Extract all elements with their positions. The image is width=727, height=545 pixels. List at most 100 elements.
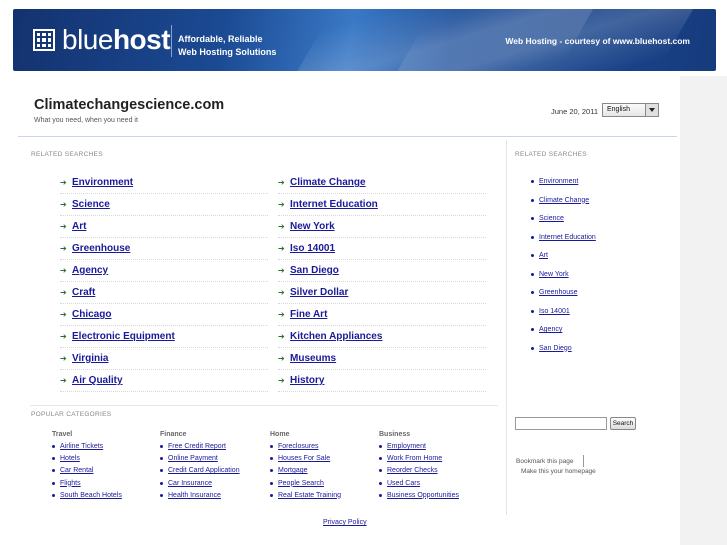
category-item[interactable]: People Search	[270, 480, 324, 487]
related-search-item[interactable]: ➔ Internet Education	[278, 194, 486, 216]
category-link[interactable]: Houses For Sale	[278, 455, 330, 462]
related-search-link[interactable]: Fine Art	[290, 309, 327, 320]
category-link[interactable]: Business Opportunities	[387, 492, 459, 499]
sidebar-link[interactable]: Environment	[539, 178, 578, 185]
sidebar-link[interactable]: San Diego	[539, 345, 572, 352]
bookmark-link[interactable]: Bookmark this page	[516, 458, 573, 465]
category-item[interactable]: Airline Tickets	[52, 443, 103, 450]
related-search-link[interactable]: New York	[290, 221, 335, 232]
category-item[interactable]: Car Rental	[52, 467, 93, 474]
related-search-item[interactable]: ➔ Museums	[278, 348, 486, 370]
category-link[interactable]: South Beach Hotels	[60, 492, 122, 499]
category-item[interactable]: Houses For Sale	[270, 455, 330, 462]
category-item[interactable]: Reorder Checks	[379, 467, 438, 474]
category-link[interactable]: People Search	[278, 480, 324, 487]
related-search-link[interactable]: Museums	[290, 353, 336, 364]
category-item[interactable]: Hotels	[52, 455, 80, 462]
related-search-item[interactable]: ➔ Kitchen Appliances	[278, 326, 486, 348]
category-link[interactable]: Free Credit Report	[168, 443, 226, 450]
category-link[interactable]: Foreclosures	[278, 443, 318, 450]
related-search-item[interactable]: ➔ Environment	[60, 172, 268, 194]
chevron-down-icon[interactable]	[645, 104, 658, 116]
related-search-link[interactable]: San Diego	[290, 265, 339, 276]
sidebar-link[interactable]: Art	[539, 252, 548, 259]
related-search-item[interactable]: ➔ Fine Art	[278, 304, 486, 326]
sidebar-item[interactable]: New York	[531, 271, 569, 278]
sidebar-link[interactable]: Climate Change	[539, 197, 589, 204]
related-search-link[interactable]: Electronic Equipment	[72, 331, 175, 342]
sidebar-item[interactable]: Climate Change	[531, 197, 589, 204]
related-search-item[interactable]: ➔ History	[278, 370, 486, 392]
related-search-link[interactable]: Climate Change	[290, 177, 366, 188]
sidebar-item[interactable]: Agency	[531, 326, 562, 333]
category-item[interactable]: Credit Card Application	[160, 467, 240, 474]
category-link[interactable]: Real Estate Training	[278, 492, 341, 499]
category-item[interactable]: Free Credit Report	[160, 443, 226, 450]
related-search-item[interactable]: ➔ Air Quality	[60, 370, 268, 392]
related-search-link[interactable]: Internet Education	[290, 199, 378, 210]
sidebar-item[interactable]: San Diego	[531, 345, 572, 352]
sidebar-link[interactable]: New York	[539, 271, 569, 278]
related-search-item[interactable]: ➔ Iso 14001	[278, 238, 486, 260]
sidebar-link[interactable]: Science	[539, 215, 564, 222]
category-item[interactable]: Business Opportunities	[379, 492, 459, 499]
related-search-link[interactable]: Environment	[72, 177, 133, 188]
related-search-link[interactable]: History	[290, 375, 324, 386]
category-link[interactable]: Flights	[60, 480, 81, 487]
related-search-item[interactable]: ➔ San Diego	[278, 260, 486, 282]
related-search-link[interactable]: Craft	[72, 287, 95, 298]
sidebar-item[interactable]: Iso 14001	[531, 308, 570, 315]
bluehost-logo[interactable]: bluehost	[62, 24, 171, 56]
sidebar-item[interactable]: Art	[531, 252, 548, 259]
related-search-item[interactable]: ➔ Electronic Equipment	[60, 326, 268, 348]
related-search-item[interactable]: ➔ New York	[278, 216, 486, 238]
related-search-item[interactable]: ➔ Agency	[60, 260, 268, 282]
homepage-link[interactable]: Make this your homepage	[521, 468, 596, 475]
category-item[interactable]: Real Estate Training	[270, 492, 341, 499]
category-link[interactable]: Car Rental	[60, 467, 93, 474]
related-search-link[interactable]: Agency	[72, 265, 108, 276]
related-search-item[interactable]: ➔ Greenhouse	[60, 238, 268, 260]
sidebar-link[interactable]: Greenhouse	[539, 289, 578, 296]
category-item[interactable]: Online Payment	[160, 455, 218, 462]
related-search-item[interactable]: ➔ Climate Change	[278, 172, 486, 194]
sidebar-item[interactable]: Greenhouse	[531, 289, 578, 296]
related-search-link[interactable]: Greenhouse	[72, 243, 130, 254]
category-item[interactable]: Foreclosures	[270, 443, 318, 450]
related-search-item[interactable]: ➔ Craft	[60, 282, 268, 304]
related-search-link[interactable]: Art	[72, 221, 86, 232]
related-search-item[interactable]: ➔ Silver Dollar	[278, 282, 486, 304]
category-link[interactable]: Car Insurance	[168, 480, 212, 487]
privacy-policy-link[interactable]: Privacy Policy	[323, 519, 367, 526]
sidebar-link[interactable]: Internet Education	[539, 234, 596, 241]
category-link[interactable]: Used Cars	[387, 480, 420, 487]
related-search-item[interactable]: ➔ Science	[60, 194, 268, 216]
related-search-link[interactable]: Air Quality	[72, 375, 123, 386]
category-item[interactable]: Used Cars	[379, 480, 420, 487]
category-link[interactable]: Health Insurance	[168, 492, 221, 499]
related-search-link[interactable]: Iso 14001	[290, 243, 335, 254]
related-search-item[interactable]: ➔ Chicago	[60, 304, 268, 326]
courtesy-link[interactable]: Web Hosting - courtesy of www.bluehost.c…	[505, 36, 690, 46]
category-item[interactable]: Flights	[52, 480, 81, 487]
sidebar-item[interactable]: Internet Education	[531, 234, 596, 241]
related-search-link[interactable]: Kitchen Appliances	[290, 331, 382, 342]
category-item[interactable]: South Beach Hotels	[52, 492, 122, 499]
sidebar-item[interactable]: Environment	[531, 178, 578, 185]
search-input[interactable]	[515, 417, 607, 430]
search-button[interactable]: Search	[610, 417, 636, 430]
related-search-item[interactable]: ➔ Art	[60, 216, 268, 238]
related-search-link[interactable]: Silver Dollar	[290, 287, 348, 298]
category-link[interactable]: Online Payment	[168, 455, 218, 462]
related-search-item[interactable]: ➔ Virginia	[60, 348, 268, 370]
category-item[interactable]: Car Insurance	[160, 480, 212, 487]
category-item[interactable]: Employment	[379, 443, 426, 450]
category-item[interactable]: Work From Home	[379, 455, 442, 462]
related-search-link[interactable]: Chicago	[72, 309, 111, 320]
sidebar-link[interactable]: Iso 14001	[539, 308, 570, 315]
category-link[interactable]: Credit Card Application	[168, 467, 240, 474]
category-link[interactable]: Hotels	[60, 455, 80, 462]
related-search-link[interactable]: Science	[72, 199, 110, 210]
category-link[interactable]: Work From Home	[387, 455, 442, 462]
sidebar-item[interactable]: Science	[531, 215, 564, 222]
